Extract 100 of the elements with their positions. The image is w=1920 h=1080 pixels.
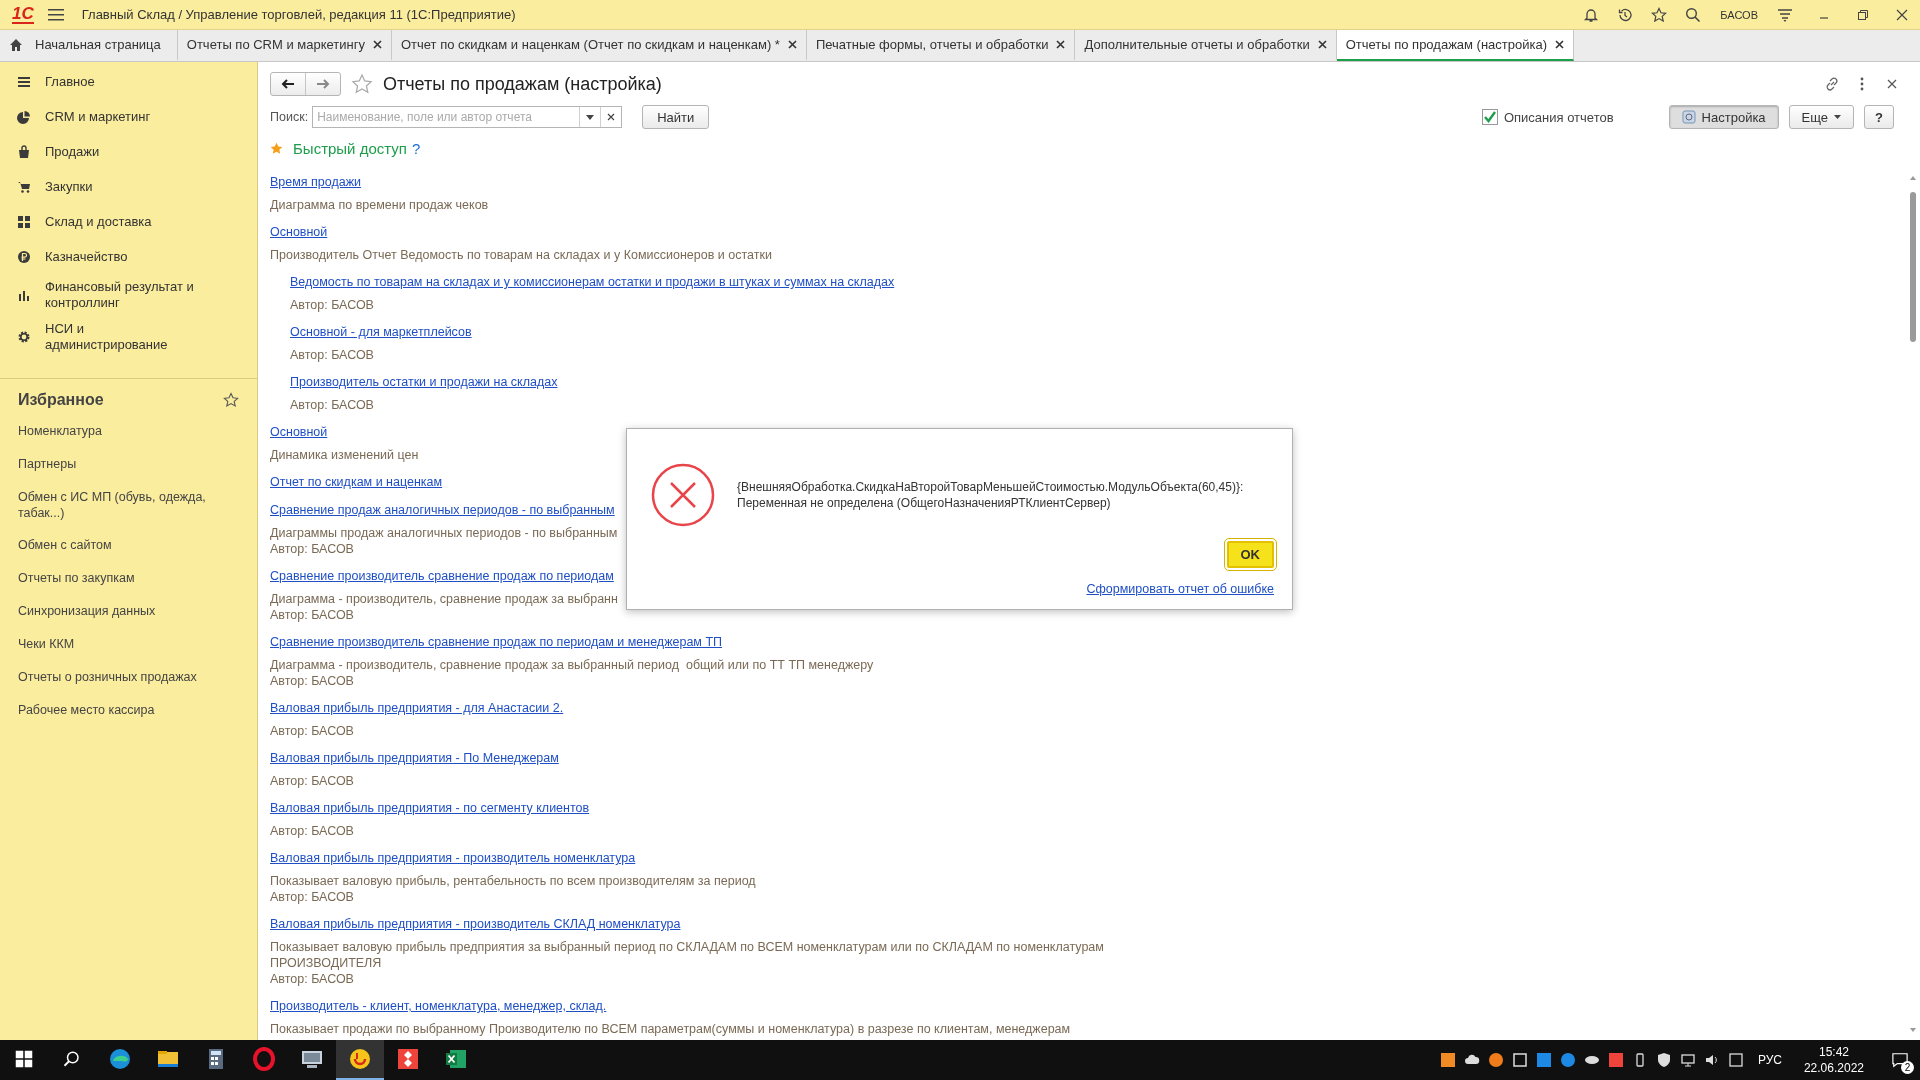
sidebar-item[interactable]: CRM и маркетинг — [45, 108, 205, 125]
report-link[interactable]: Сравнение производитель сравнение продаж по периодам и менеджерам ТП — [270, 633, 723, 651]
report-link[interactable]: Основной — [270, 223, 328, 241]
find-button[interactable]: Найти — [642, 105, 710, 129]
clear-icon[interactable] — [607, 113, 616, 121]
report-link[interactable]: Производитель остатки и продажи на складах — [290, 373, 558, 391]
section-title: Быстрый доступ — [293, 140, 407, 157]
search-icon[interactable] — [1685, 6, 1702, 23]
speaker-icon[interactable] — [1703, 1052, 1720, 1068]
diamond-app-icon — [396, 1047, 420, 1071]
close-icon[interactable] — [1555, 40, 1565, 49]
tray-icon[interactable] — [1487, 1052, 1504, 1068]
report-link[interactable]: Сравнение продаж аналогичных периодов - по выбранным — [270, 501, 615, 519]
sidebar-item[interactable]: Финансовый результат и контроллинг — [45, 279, 205, 311]
report-link[interactable]: Валовая прибыль предприятия - По Менеджерам — [270, 749, 559, 767]
taskbar-button[interactable] — [336, 1040, 384, 1080]
descriptions-checkbox[interactable] — [1481, 109, 1498, 125]
report-link[interactable]: Время продажи — [270, 173, 362, 191]
tray-icon[interactable] — [1727, 1052, 1744, 1068]
close-icon[interactable] — [787, 40, 797, 49]
checkbox-label[interactable]: Описания отчетов — [1503, 109, 1614, 125]
menu-icon[interactable] — [47, 7, 64, 22]
more-button[interactable]: Еще — [1788, 105, 1855, 129]
sidebar-item[interactable]: Склад и доставка — [45, 213, 205, 230]
report-link[interactable]: Валовая прибыль предприятия - по сегменту клиентов — [270, 799, 590, 817]
menu-icon — [17, 74, 31, 89]
search-icon[interactable] — [63, 1050, 81, 1068]
shield-icon[interactable] — [1655, 1052, 1672, 1068]
notification-button[interactable]: 2 — [1880, 1040, 1920, 1080]
favorite-item[interactable]: Рабочее место кассира — [0, 694, 236, 727]
favorite-item[interactable]: Обмен с сайтом — [0, 529, 236, 562]
windows-start-icon[interactable] — [15, 1050, 33, 1068]
user-name[interactable]: БАСОВ — [1720, 8, 1758, 21]
help-button[interactable]: ? — [1864, 105, 1894, 129]
report-link[interactable]: Отчет по скидкам и наценкам — [270, 473, 443, 491]
sidebar-item[interactable]: Главное — [45, 73, 205, 90]
sidebar-item[interactable]: Продажи — [45, 143, 205, 160]
browser-icon — [108, 1047, 132, 1071]
window-title: Главный Склад / Управление торговлей, редакция 11 (1С:Предприятие) — [81, 7, 517, 22]
tray-icon[interactable] — [1511, 1052, 1528, 1068]
filter-menu-icon[interactable] — [1777, 6, 1793, 23]
report-description: Автор: БАСОВ — [290, 347, 374, 363]
favorite-item[interactable]: Номенклатура — [0, 415, 236, 448]
dropdown-caret-icon[interactable] — [586, 114, 595, 120]
report-link[interactable]: Сравнение производитель сравнение продаж по периодам — [270, 567, 614, 585]
tray-icon[interactable] — [1439, 1052, 1456, 1068]
report-link[interactable]: Валовая прибыль предприятия - для Анастасии 2. — [270, 699, 564, 717]
settings-button[interactable]: Настройка — [1668, 105, 1779, 129]
report-description: Динамика изменений цен — [270, 447, 419, 463]
favorite-item[interactable]: Отчеты по закупкам — [0, 562, 236, 595]
report-description: Автор: БАСОВ — [270, 673, 354, 689]
close-icon[interactable] — [373, 40, 382, 49]
back-arrow-icon[interactable] — [281, 78, 295, 90]
report-description: Автор: БАСОВ — [270, 723, 354, 739]
gear-icon — [17, 330, 31, 344]
favorite-item[interactable]: Чеки ККМ — [0, 628, 236, 661]
caret-icon — [1834, 115, 1842, 119]
clock-time[interactable]: 15:42 — [1818, 1044, 1849, 1060]
report-description: Автор: БАСОВ — [270, 889, 354, 905]
bell-icon[interactable] — [1583, 6, 1600, 23]
tab[interactable]: Отчеты по продажам (настройка) — [1336, 30, 1575, 61]
report-link[interactable]: Производитель - клиент, номенклатура, менеджер, склад. — [270, 997, 607, 1015]
report-description: Диаграмма - производитель, сравнение продаж за выбранный период общий или по ТТ ТП менеджеру — [270, 657, 874, 673]
forward-arrow-icon[interactable] — [316, 78, 330, 90]
help-link[interactable]: ? — [411, 140, 421, 157]
favorite-item[interactable]: Синхронизация данных — [0, 595, 236, 628]
report-description: Автор: БАСОВ — [270, 541, 354, 557]
report-link[interactable]: Валовая прибыль предприятия - производитель СКЛАД номенклатура — [270, 915, 681, 933]
link-icon[interactable] — [1824, 76, 1840, 92]
star-icon[interactable] — [1651, 6, 1668, 23]
favorite-item[interactable]: Отчеты о розничных продажах — [0, 661, 236, 694]
history-icon[interactable] — [1617, 6, 1634, 23]
close-icon[interactable] — [1056, 40, 1066, 49]
sidebar-item[interactable]: НСИ и администрирование — [45, 321, 205, 353]
favorite-item[interactable]: Партнеры — [0, 448, 236, 481]
notification-count: 2 — [1901, 1061, 1914, 1074]
circle-app-icon — [348, 1047, 372, 1071]
report-link[interactable]: Ведомость по товарам на складах и у комиссионерам остатки и продажи в штуках и суммах на складах — [290, 273, 895, 291]
report-description: Автор: БАСОВ — [270, 823, 354, 839]
search-field[interactable]: Наименование, поле или автор отчета — [312, 106, 623, 128]
report-description: Диаграммы продаж аналогичных периодов - по выбранным — [270, 525, 618, 541]
network-icon[interactable] — [1679, 1052, 1696, 1068]
sidebar-item[interactable]: Казначейство — [45, 248, 205, 265]
report-link[interactable]: Основной — [270, 423, 328, 441]
report-description: Автор: БАСОВ — [270, 607, 354, 623]
ok-button[interactable]: OK — [1226, 541, 1274, 568]
favorite-item[interactable]: Обмен с ИС МП (обувь, одежда, табак...) — [0, 481, 236, 529]
sidebar-item[interactable]: Закупки — [45, 178, 205, 195]
bar-chart-icon — [17, 288, 31, 302]
navigation-buttons[interactable] — [270, 72, 341, 96]
report-link[interactable]: Основной - для маркетплейсов — [290, 323, 472, 341]
close-icon[interactable] — [1317, 40, 1327, 49]
report-description: Производитель Отчет Ведомость по товарам на складах и у Комиссионеров и остатки — [270, 247, 772, 263]
star-icon[interactable] — [223, 392, 239, 408]
clock-date[interactable]: 22.06.2022 — [1803, 1060, 1864, 1076]
language-indicator[interactable]: РУС — [1757, 1053, 1782, 1067]
report-description: Диаграмма по времени продаж чеков — [270, 197, 489, 213]
report-link[interactable]: Валовая прибыль предприятия - производитель номенклатура — [270, 849, 636, 867]
star-icon[interactable] — [351, 73, 373, 95]
error-report-link[interactable]: Сформировать отчет об ошибке — [1086, 580, 1274, 598]
